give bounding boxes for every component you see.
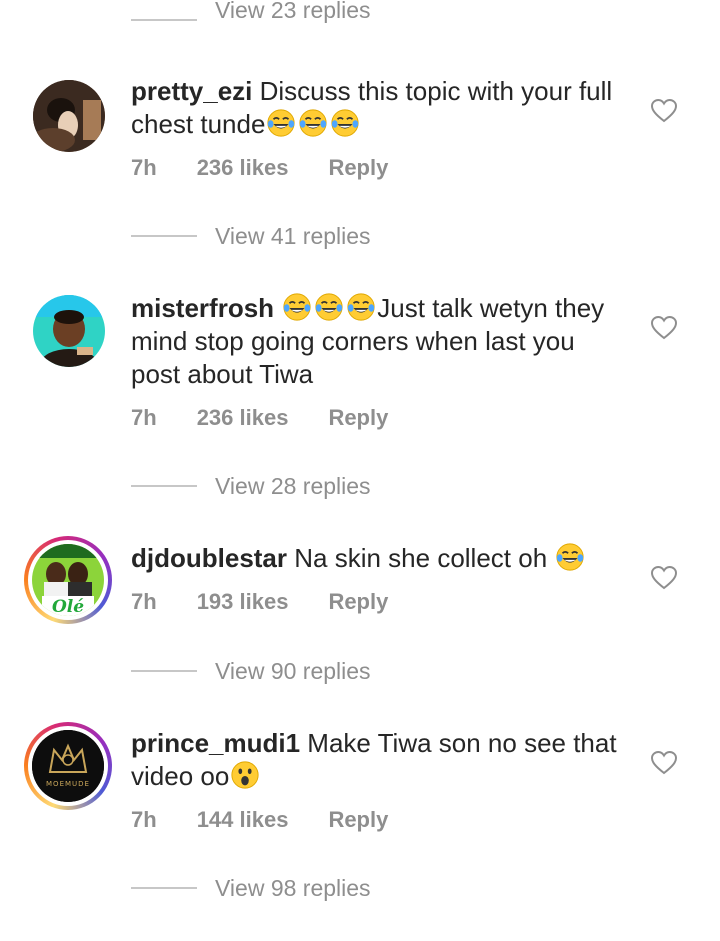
view-replies-row[interactable]: View 41 replies — [131, 216, 371, 256]
like-heart-icon[interactable] — [651, 316, 677, 340]
hushed-face-emoji-icon — [230, 760, 260, 790]
tears-of-joy-emoji-icon — [266, 108, 296, 138]
reply-button[interactable]: Reply — [328, 807, 388, 833]
avatar-logo-text: MOEMUDE — [46, 780, 90, 788]
comment-username[interactable]: misterfrosh — [131, 293, 274, 323]
view-replies-link[interactable]: View 98 replies — [215, 875, 371, 902]
avatar[interactable] — [33, 295, 105, 367]
like-heart-icon[interactable] — [651, 751, 677, 775]
reply-button[interactable]: Reply — [328, 589, 388, 615]
avatar: Olé — [32, 544, 104, 616]
reply-button[interactable]: Reply — [328, 405, 388, 431]
tears-of-joy-emoji-icon — [555, 542, 585, 572]
replies-divider-line — [131, 887, 197, 889]
comment-time: 7h — [131, 155, 157, 180]
tears-of-joy-emoji-icon — [330, 108, 360, 138]
like-heart-icon[interactable] — [651, 566, 677, 590]
view-replies-link[interactable]: View 28 replies — [215, 473, 371, 500]
comment-time: 7h — [131, 807, 157, 832]
view-replies-link[interactable]: View 23 replies — [215, 0, 371, 24]
view-replies-link[interactable]: View 41 replies — [215, 223, 371, 250]
comment-username[interactable]: djdoublestar — [131, 543, 287, 573]
view-replies-row[interactable]: View 98 replies — [131, 868, 371, 908]
replies-divider-line — [131, 485, 197, 487]
avatar[interactable] — [33, 80, 105, 152]
tears-of-joy-emoji-icon — [298, 108, 328, 138]
comment-username[interactable]: pretty_ezi — [131, 76, 252, 106]
avatar-logo-text: Olé — [52, 597, 84, 616]
avatar-photo: Olé — [32, 544, 104, 616]
comment-likes[interactable]: 236 likes — [197, 155, 289, 181]
replies-divider-line — [131, 19, 197, 21]
comment-username[interactable]: prince_mudi1 — [131, 728, 300, 758]
comment-text: Na skin she collect oh — [294, 543, 548, 573]
avatar-photo — [33, 80, 105, 152]
like-heart-icon[interactable] — [651, 99, 677, 123]
view-replies-row[interactable]: View 90 replies — [131, 651, 371, 691]
comment-time: 7h — [131, 405, 157, 430]
avatar-photo — [33, 295, 105, 367]
tears-of-joy-emoji-icon — [314, 292, 344, 322]
view-replies-row[interactable]: View 28 replies — [131, 466, 371, 506]
story-ring[interactable]: MOEMUDE — [24, 722, 112, 810]
comment-likes[interactable]: 236 likes — [197, 405, 289, 431]
replies-divider-line — [131, 235, 197, 237]
comment-time: 7h — [131, 589, 157, 614]
tears-of-joy-emoji-icon — [282, 292, 312, 322]
view-replies-link[interactable]: View 90 replies — [215, 658, 371, 685]
replies-divider-line — [131, 670, 197, 672]
story-ring[interactable]: Olé — [24, 536, 112, 624]
comment-likes[interactable]: 193 likes — [197, 589, 289, 615]
comment-likes[interactable]: 144 likes — [197, 807, 289, 833]
tears-of-joy-emoji-icon — [346, 292, 376, 322]
reply-button[interactable]: Reply — [328, 155, 388, 181]
avatar-photo: MOEMUDE — [32, 730, 104, 802]
top-view-replies-row[interactable]: View 23 replies — [0, 0, 720, 40]
avatar: MOEMUDE — [32, 730, 104, 802]
